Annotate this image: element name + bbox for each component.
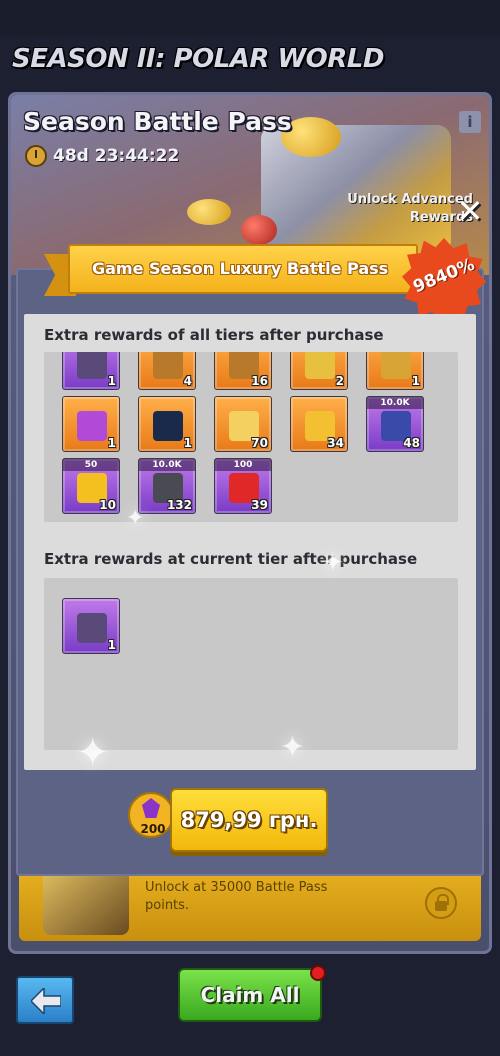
reward-item[interactable]: 10.0K 48 [366,396,424,452]
status-strip [0,0,500,36]
badge-icon [381,352,411,379]
reward-count: 1 [107,374,116,388]
modal-title: Game Season Luxury Battle Pass [92,259,389,278]
back-arrow-icon [31,988,61,1014]
close-button[interactable]: ✕ [454,195,486,228]
reward-amount-label: 10.0K [139,459,195,471]
reward-count: 70 [251,436,268,450]
reward-item[interactable]: 70 [214,396,272,452]
sparkle-effect: ✦ [126,506,145,531]
reward-item[interactable]: 1 [366,352,424,390]
reward-item[interactable]: 1 [62,352,120,390]
reward-amount-label: 50 [63,459,119,471]
claim-all-button[interactable]: Claim All [178,968,322,1022]
gold-coins-art [187,199,231,225]
current-tier-heading: Extra rewards at current tier after purc… [44,550,418,568]
chest-icon [43,869,129,935]
back-button[interactable] [16,976,74,1024]
reward-count: 39 [251,498,268,512]
battle-pass-title: Season Battle Pass [23,107,292,136]
reward-item[interactable]: 100 39 [214,458,272,514]
modal-title-ribbon: Game Season Luxury Battle Pass [68,244,418,294]
reward-count: 4 [183,374,192,388]
crate-icon [77,613,107,643]
reward-item[interactable]: 16 [214,352,272,390]
reward-item[interactable]: 4 [138,352,196,390]
crate-icon [77,352,107,379]
reward-item[interactable]: 10.0K 132 [138,458,196,514]
clock-icon [25,145,47,167]
reward-item[interactable]: 2 [290,352,348,390]
all-tiers-heading: Extra rewards of all tiers after purchas… [44,326,384,344]
reward-count: 1 [107,638,116,652]
reward-count: 1 [107,436,116,450]
red-gem-art [241,215,277,245]
bar-icon [153,411,183,441]
reward-item[interactable]: 50 10 [62,458,120,514]
season-title: SEASON II: POLAR WORLD [12,44,384,74]
buy-button[interactable]: 879,99 грн. [170,788,328,852]
purple-gem-icon: 200 [128,792,174,838]
notification-dot [310,965,326,981]
reward-count: 1 [183,436,192,450]
all-tiers-reward-grid: 1 4 16 2 1 1 1 70 34 10.0K 48 50 10 10.0K 132 100 39 [44,352,458,522]
tier-unlock-text: Unlock at 35000 Battle Pass points. [145,880,328,913]
reward-count: 34 [327,436,344,450]
gem-count: 200 [140,822,166,836]
sparkle-effect: ✦ [280,730,306,765]
reward-count: 16 [251,374,268,388]
book-icon [77,411,107,441]
sparkle-effect: ✦ [76,730,110,776]
rewards-panel: Extra rewards of all tiers after purchas… [24,314,476,770]
reward-tier-row: Unlock at 35000 Battle Pass points. [19,867,481,941]
reward-count: 1 [411,374,420,388]
reward-count: 132 [166,498,192,512]
lock-icon [425,887,457,919]
reward-count: 2 [335,374,344,388]
reward-amount-label: 100 [215,459,271,471]
reward-item[interactable]: 34 [290,396,348,452]
reward-amount-label: 10.0K [367,397,423,409]
reward-item[interactable]: 1 [62,598,120,654]
reward-item[interactable]: 1 [62,396,120,452]
info-icon[interactable]: i [459,111,481,133]
reward-count: 10 [99,498,116,512]
reward-item[interactable]: 1 [138,396,196,452]
reward-count: 48 [403,436,420,450]
season-timer: 48d 23:44:22 [25,145,179,167]
current-tier-reward-grid: 1 [44,578,458,750]
timer-text: 48d 23:44:22 [53,146,180,166]
coupon-icon [305,352,335,379]
sparkle-effect: ✦ [322,548,344,578]
chest-icon [153,352,183,379]
